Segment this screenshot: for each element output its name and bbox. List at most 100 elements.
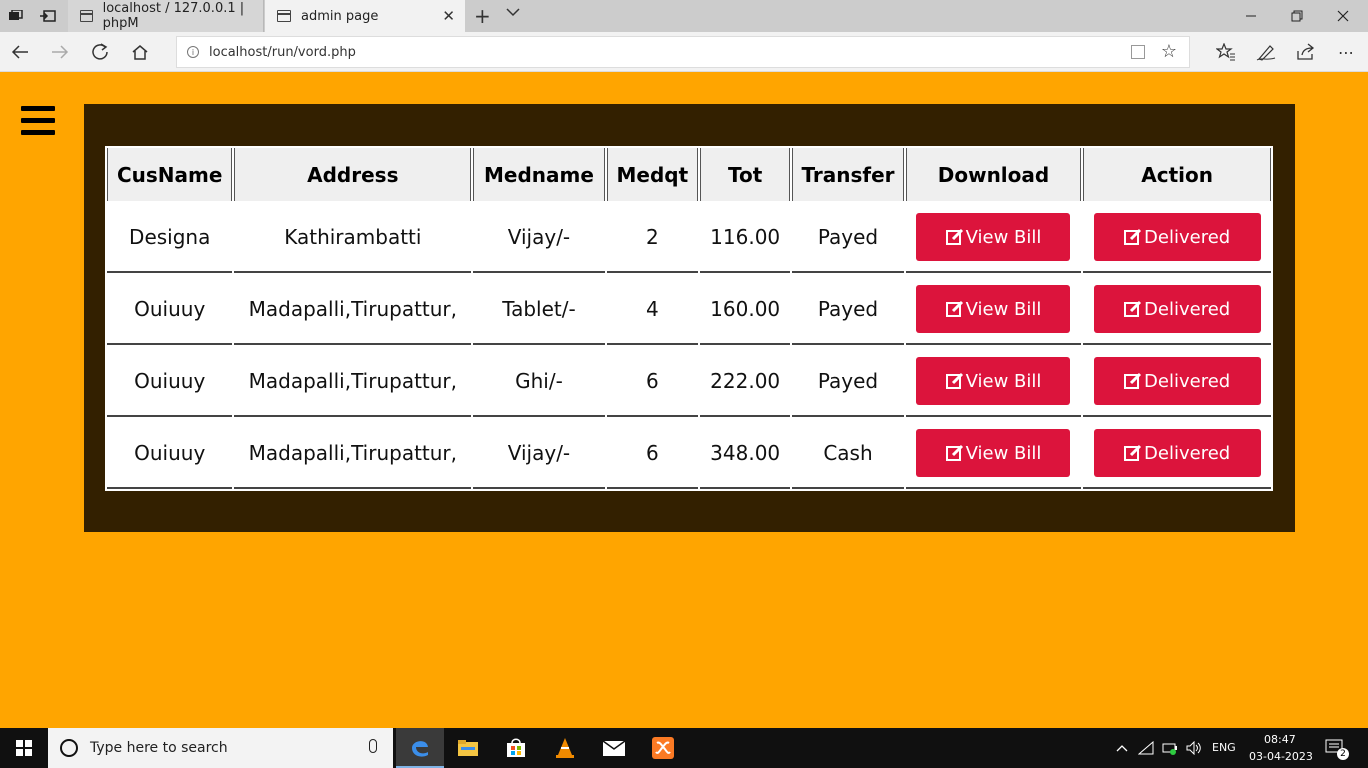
notification-count: 2 <box>1337 748 1349 760</box>
share-icon[interactable] <box>1294 40 1318 64</box>
cell-transfer: Payed <box>792 347 904 417</box>
close-window-icon[interactable] <box>1320 0 1366 32</box>
new-tab-icon[interactable]: + <box>474 4 491 28</box>
cell-medname: Tablet/- <box>473 275 605 345</box>
delivered-button[interactable]: Delivered <box>1093 213 1261 261</box>
cell-cusname: Ouiuuy <box>107 347 233 417</box>
column-header-tot: Tot <box>700 148 791 201</box>
table-row: Designa Kathirambatti Vijay/- 2 116.00 P… <box>107 203 1271 273</box>
menu-icon-bar <box>21 130 55 135</box>
tab-title: admin page <box>301 8 379 24</box>
table-row: Ouiuuy Madapalli,Tirupattur, Ghi/- 6 222… <box>107 347 1271 417</box>
favorite-star-icon[interactable]: ☆ <box>1161 41 1177 62</box>
store-icon[interactable] <box>492 728 540 768</box>
cortana-icon <box>60 739 78 757</box>
tab-phpmyadmin[interactable]: localhost / 127.0.0.1 | phpM <box>68 0 264 32</box>
forward-arrow-icon[interactable] <box>48 40 72 64</box>
delivered-button[interactable]: Delivered <box>1093 429 1261 477</box>
cell-download: View Bill <box>905 203 1082 273</box>
close-tab-icon[interactable]: ✕ <box>442 7 455 25</box>
cell-medname: Ghi/- <box>473 347 605 417</box>
cell-tot: 222.00 <box>700 347 791 417</box>
minimize-icon[interactable] <box>1228 0 1274 32</box>
menu-icon-bar <box>21 118 55 123</box>
edit-icon <box>945 228 964 246</box>
language-indicator[interactable]: ENG <box>1212 741 1236 754</box>
edge-browser-icon[interactable] <box>396 728 444 768</box>
volume-icon[interactable] <box>1186 740 1202 756</box>
cell-address: Kathirambatti <box>234 203 472 273</box>
favorites-icon[interactable] <box>1214 40 1238 64</box>
cell-download: View Bill <box>905 419 1082 489</box>
cell-cusname: Designa <box>107 203 233 273</box>
mail-icon[interactable] <box>590 728 638 768</box>
column-header-medname: Medname <box>473 148 605 201</box>
chevron-down-icon[interactable] <box>506 6 520 21</box>
home-icon[interactable] <box>128 40 152 64</box>
edit-icon <box>945 372 964 390</box>
page-icon <box>277 10 291 22</box>
edit-icon <box>1124 228 1142 246</box>
delivered-button[interactable]: Delivered <box>1093 285 1261 333</box>
cell-action: Delivered <box>1083 275 1271 345</box>
cell-transfer: Payed <box>792 275 904 345</box>
cell-action: Delivered <box>1083 419 1271 489</box>
taskbar-search[interactable]: Type here to search <box>48 728 393 768</box>
cell-address: Madapalli,Tirupattur, <box>234 275 472 345</box>
column-header-address: Address <box>234 148 472 201</box>
table-row: Ouiuuy Madapalli,Tirupattur, Vijay/- 6 3… <box>107 419 1271 489</box>
info-icon[interactable]: i <box>187 46 199 58</box>
edit-icon <box>945 444 964 462</box>
cell-action: Delivered <box>1083 203 1271 273</box>
pen-icon[interactable] <box>1254 40 1278 64</box>
more-options-icon[interactable]: ⋯ <box>1334 40 1358 64</box>
url-text[interactable]: localhost/run/vord.php <box>209 45 356 60</box>
button-label: Delivered <box>1144 226 1231 248</box>
cell-medqt: 2 <box>606 203 698 273</box>
view-bill-button[interactable]: View Bill <box>916 429 1071 477</box>
file-explorer-icon[interactable] <box>444 728 492 768</box>
cell-medname: Vijay/- <box>473 419 605 489</box>
menu-icon-bar <box>21 106 55 111</box>
clock-date[interactable]: 03-04-2023 <box>1249 750 1313 763</box>
view-bill-button[interactable]: View Bill <box>916 357 1071 405</box>
refresh-icon[interactable] <box>88 40 112 64</box>
menu-icon[interactable] <box>21 106 55 136</box>
microphone-icon[interactable] <box>369 739 377 753</box>
wifi-icon[interactable] <box>1138 740 1154 756</box>
reading-view-icon[interactable] <box>1131 45 1145 59</box>
view-bill-button[interactable]: View Bill <box>916 213 1071 261</box>
restore-icon[interactable] <box>1274 0 1320 32</box>
page-icon <box>80 10 93 22</box>
cell-medname: Vijay/- <box>473 203 605 273</box>
cell-download: View Bill <box>905 275 1082 345</box>
cell-medqt: 6 <box>606 419 698 489</box>
windows-start-icon[interactable] <box>0 728 48 768</box>
column-header-cusname: CusName <box>107 148 233 201</box>
cell-medqt: 6 <box>606 347 698 417</box>
button-label: View Bill <box>965 370 1042 392</box>
set-tabs-aside-icon[interactable] <box>32 0 64 32</box>
xampp-icon[interactable] <box>639 728 687 768</box>
cell-cusname: Ouiuuy <box>107 275 233 345</box>
chevron-up-icon[interactable] <box>1114 740 1130 756</box>
battery-icon[interactable] <box>1162 740 1178 756</box>
button-label: View Bill <box>965 298 1042 320</box>
address-bar[interactable]: i localhost/run/vord.php ☆ <box>176 36 1190 68</box>
tab-actions-icon[interactable] <box>0 0 32 32</box>
cell-tot: 348.00 <box>700 419 791 489</box>
button-label: View Bill <box>965 442 1042 464</box>
cell-address: Madapalli,Tirupattur, <box>234 419 472 489</box>
cell-action: Delivered <box>1083 347 1271 417</box>
cell-download: View Bill <box>905 347 1082 417</box>
delivered-button[interactable]: Delivered <box>1093 357 1261 405</box>
back-arrow-icon[interactable] <box>8 40 32 64</box>
tab-admin-page[interactable]: admin page ✕ <box>265 0 465 32</box>
clock-time[interactable]: 08:47 <box>1264 733 1296 746</box>
vlc-icon[interactable] <box>541 728 589 768</box>
edit-icon <box>1124 444 1142 462</box>
button-label: Delivered <box>1144 298 1231 320</box>
edit-icon <box>1124 300 1142 318</box>
view-bill-button[interactable]: View Bill <box>916 285 1071 333</box>
cell-address: Madapalli,Tirupattur, <box>234 347 472 417</box>
